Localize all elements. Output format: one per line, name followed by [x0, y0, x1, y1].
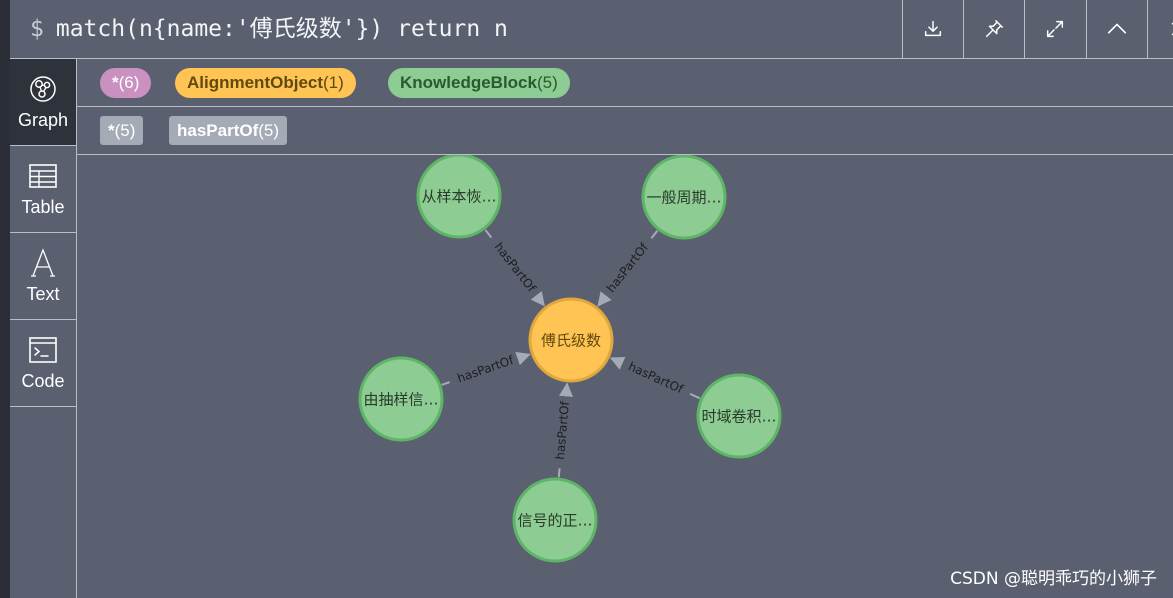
node-label-name: KnowledgeBlock	[400, 73, 537, 92]
collapse-up-icon	[1107, 23, 1127, 34]
node-knowledgeblock[interactable]: 信号的正…	[512, 477, 598, 563]
tab-table[interactable]: Table	[10, 146, 76, 233]
node-caption: 从样本恢…	[421, 188, 496, 206]
node-label-all-pill[interactable]: *(6)	[100, 68, 152, 98]
relationship-label: hasPartOf	[626, 359, 686, 396]
node-knowledgeblock[interactable]: 时域卷积…	[696, 373, 782, 459]
download-button[interactable]	[902, 0, 963, 58]
node-label-count: (5)	[536, 73, 558, 92]
query-header: $ match(n{name:'傅氏级数'}) return n	[10, 0, 1173, 59]
pin-button[interactable]	[963, 0, 1024, 58]
node-alignmentobject[interactable]: 傅氏级数	[528, 297, 614, 383]
tab-text[interactable]: Text	[10, 233, 76, 320]
node-caption: 一般周期…	[646, 189, 721, 207]
tab-graph-label: Graph	[17, 109, 69, 130]
relationship-haspartof[interactable]: hasPartOf	[484, 229, 545, 307]
node-label-name: *	[112, 73, 119, 92]
fullscreen-button[interactable]	[1024, 0, 1085, 58]
node-label-knowledgeblock-pill[interactable]: KnowledgeBlock(5)	[388, 68, 570, 98]
close-icon	[1171, 22, 1173, 36]
relationship-arrow	[515, 351, 531, 366]
node-knowledgeblock[interactable]: 从样本恢…	[416, 153, 502, 239]
relationship-type-count: (5)	[114, 121, 136, 140]
watermark-text: CSDN @聪明乖巧的小狮子	[950, 569, 1157, 589]
tab-text-label: Text	[26, 283, 60, 304]
node-caption: 信号的正…	[517, 512, 592, 530]
collapse-button[interactable]	[1086, 0, 1147, 58]
prompt-symbol: $	[30, 16, 44, 42]
relationship-label: hasPartOf	[553, 400, 572, 460]
close-button[interactable]	[1147, 0, 1173, 58]
view-sidebar: Graph Table Text Code	[10, 59, 77, 598]
relationship-arrow	[597, 291, 612, 307]
graph-icon	[30, 75, 56, 102]
relationship-type-all-pill[interactable]: *(5)	[100, 116, 144, 145]
code-icon	[29, 336, 57, 363]
relationship-haspartof[interactable]: hasPartOf	[597, 230, 659, 307]
expand-icon	[1046, 20, 1064, 38]
result-frame: $ match(n{name:'傅氏级数'}) return n Graph T…	[10, 0, 1173, 598]
relationship-line	[650, 230, 659, 239]
pin-icon	[985, 20, 1003, 38]
node-label-legend: *(6) AlignmentObject(1) KnowledgeBlock(5…	[77, 59, 1173, 107]
relationship-arrow	[559, 382, 573, 397]
node-label-alignmentobject-pill[interactable]: AlignmentObject(1)	[175, 68, 356, 98]
tab-code-label: Code	[21, 370, 65, 391]
query-string: match(n{name:'傅氏级数'}) return n	[55, 16, 508, 42]
relationship-haspartof[interactable]: hasPartOf	[441, 351, 531, 386]
graph-svg[interactable]: hasPartOf hasPartOf hasPartOf hasPartOf hasP…	[77, 153, 1173, 598]
text-icon	[31, 247, 55, 277]
relationship-arrow	[530, 291, 545, 307]
node-knowledgeblock[interactable]: 一般周期…	[641, 154, 727, 240]
query-text[interactable]: $ match(n{name:'傅氏级数'}) return n	[30, 12, 508, 46]
relationship-line	[557, 468, 561, 478]
relationship-arrow	[609, 356, 626, 370]
node-knowledgeblock[interactable]: 由抽样信…	[358, 356, 444, 442]
graph-canvas[interactable]: hasPartOf hasPartOf hasPartOf hasPartOf hasP…	[77, 153, 1173, 598]
node-label-name: AlignmentObject	[187, 73, 324, 92]
table-icon	[29, 163, 57, 188]
relationship-line	[689, 392, 701, 400]
node-caption: 时域卷积…	[701, 408, 776, 426]
tab-code[interactable]: Code	[10, 320, 76, 407]
node-label-count: (6)	[118, 73, 140, 92]
relationship-type-legend: *(5) hasPartOf(5)	[77, 107, 1173, 155]
relationship-line	[441, 381, 450, 386]
relationship-type-name: hasPartOf	[177, 121, 259, 140]
relationship-line	[484, 229, 493, 239]
relationship-label: hasPartOf	[455, 353, 516, 386]
relationship-haspartof[interactable]: hasPartOf	[609, 356, 701, 400]
download-icon	[924, 20, 942, 37]
relationship-type-name: *	[108, 121, 115, 140]
relationship-haspartof[interactable]: hasPartOf	[553, 382, 573, 478]
tab-table-label: Table	[21, 196, 65, 217]
node-caption: 由抽样信…	[363, 391, 438, 409]
nodes-layer: 从样本恢… 一般周期… 由抽样信… 时域卷积… 信号的正… 傅氏级数	[358, 153, 782, 563]
relationship-type-count: (5)	[258, 121, 280, 140]
node-label-count: (1)	[323, 73, 344, 92]
relationship-label: hasPartOf	[604, 240, 652, 295]
relationship-type-haspartof-pill[interactable]: hasPartOf(5)	[169, 116, 288, 145]
relationship-label: hasPartOf	[492, 240, 539, 295]
node-caption: 傅氏级数	[541, 332, 601, 350]
tab-graph[interactable]: Graph	[10, 59, 76, 146]
